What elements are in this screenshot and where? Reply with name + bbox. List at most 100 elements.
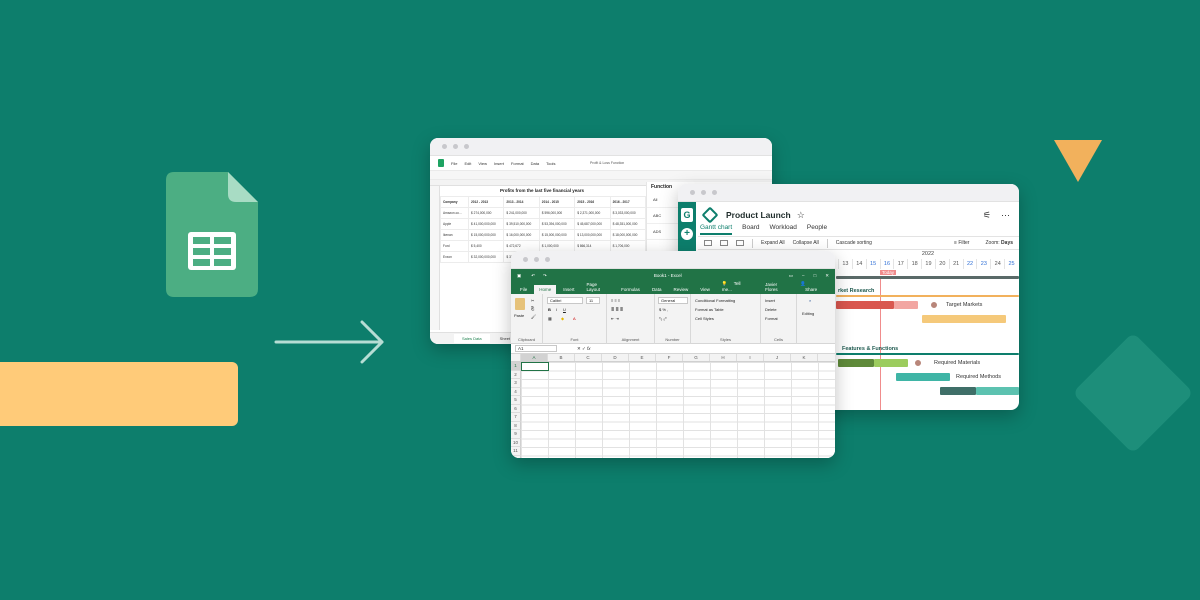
table-cell[interactable]: $ 5,400 [468, 240, 505, 252]
table-cell[interactable]: $ 16,000,000,000 [503, 229, 540, 241]
row-header[interactable]: 12 [511, 455, 521, 458]
paste-button[interactable]: Paste [514, 313, 524, 318]
table-cell[interactable]: Exxon [439, 251, 470, 263]
table-cell[interactable]: $ 32,000,000,000 [468, 251, 505, 263]
table-header[interactable]: 2012 - 2013 [468, 196, 505, 208]
table-header[interactable]: 2015 - 2016 [574, 196, 611, 208]
table-header[interactable]: 2013 - 2014 [503, 196, 540, 208]
table-header[interactable]: 2016 - 2017 [609, 196, 647, 208]
editing-button[interactable]: Editing [802, 311, 814, 316]
column-header[interactable]: A [521, 354, 548, 361]
tab-home[interactable]: Home [534, 285, 557, 294]
table-header[interactable]: 2014 - 2015 [538, 196, 576, 208]
cascade-sorting-button[interactable]: Cascade sorting [836, 240, 872, 246]
format-cells-button[interactable]: Format [765, 316, 778, 321]
cell-grid[interactable] [521, 362, 835, 458]
search-icon[interactable]: ⌕ [809, 298, 811, 303]
task-bar[interactable] [940, 387, 976, 395]
group-icon[interactable] [736, 240, 744, 246]
table-cell[interactable]: $ 53,394,000,000 [538, 218, 576, 230]
borders-icon[interactable]: ▦ [548, 316, 552, 321]
menu-edit[interactable]: Edit [464, 161, 471, 166]
table-cell[interactable]: Amazon.co... [439, 207, 470, 219]
task-bar[interactable] [836, 301, 894, 309]
menu-tools[interactable]: Tools [546, 161, 555, 166]
align-top-icon[interactable]: ≡ ≡ ≡ [611, 298, 620, 303]
column-header[interactable]: H [710, 354, 737, 361]
column-header[interactable]: D [602, 354, 629, 361]
column-header[interactable]: G [683, 354, 710, 361]
paste-icon[interactable] [515, 298, 525, 310]
table-header[interactable]: Company [439, 196, 470, 208]
menu-file[interactable]: File [451, 161, 457, 166]
task-bar[interactable] [874, 359, 908, 367]
table-cell[interactable]: $ 41,000,000,000 [468, 218, 505, 230]
row-header[interactable]: 1 [511, 362, 521, 371]
maximize-icon[interactable]: □ [814, 273, 817, 279]
underline-icon[interactable]: U [563, 307, 566, 312]
table-cell[interactable]: $ 15,000,000,000 [538, 229, 576, 241]
bold-icon[interactable]: B [548, 307, 551, 312]
tell-me-search[interactable]: 💡 Tell me... [717, 279, 758, 294]
column-header[interactable]: I [737, 354, 764, 361]
task-bar[interactable] [894, 301, 918, 309]
settings-sliders-icon[interactable]: ⚟ [983, 210, 991, 221]
undo-icon[interactable]: ↶ [531, 273, 535, 279]
row-header[interactable]: 4 [511, 387, 521, 396]
table-cell[interactable]: $ 39,510,000,000 [503, 218, 540, 230]
tab-people[interactable]: People [807, 224, 827, 235]
table-cell[interactable]: Ford [439, 240, 470, 252]
fx-icon[interactable]: fx [587, 346, 591, 351]
table-cell[interactable]: $ 472,672 [503, 240, 540, 252]
format-painter-icon[interactable]: 🖌 [531, 314, 536, 319]
tab-sales-data[interactable]: Sales Data [454, 334, 490, 343]
column-header[interactable]: J [764, 354, 791, 361]
section-features-functions[interactable]: Features & Functions [842, 346, 898, 352]
table-cell[interactable]: $ 18,000,000,000 [609, 229, 647, 241]
redo-icon[interactable]: ↷ [543, 273, 547, 279]
tab-page-layout[interactable]: Page Layout [582, 280, 615, 294]
column-header[interactable]: B [548, 354, 575, 361]
table-cell[interactable]: Ikenan [439, 229, 470, 241]
cell-styles-button[interactable]: Cell Styles [695, 316, 714, 321]
table-cell[interactable]: Apple [439, 218, 470, 230]
tab-insert[interactable]: Insert [558, 285, 579, 294]
outdent-icon[interactable] [720, 240, 728, 246]
tab-review[interactable]: Review [668, 285, 693, 294]
column-header[interactable]: K [791, 354, 818, 361]
task-bar[interactable] [922, 315, 1006, 323]
tab-board[interactable]: Board [742, 224, 759, 235]
menu-insert[interactable]: Insert [494, 161, 504, 166]
row-header[interactable]: 8 [511, 421, 521, 430]
table-cell[interactable]: $ 596,000,000 [538, 207, 576, 219]
tab-workload[interactable]: Workload [770, 224, 797, 235]
table-cell[interactable]: $ 866,314 [574, 240, 611, 252]
menu-view[interactable]: View [478, 161, 487, 166]
row-header[interactable]: 7 [511, 413, 521, 422]
table-cell[interactable]: $ 13,000,000,000 [574, 229, 611, 241]
cut-icon[interactable]: ✂ [531, 298, 534, 303]
column-header[interactable]: F [656, 354, 683, 361]
star-icon[interactable]: ☆ [797, 210, 805, 221]
indent-icon[interactable] [704, 240, 712, 246]
fill-color-icon[interactable]: ◆ [561, 316, 564, 321]
collapse-all-button[interactable]: Collapse All [793, 240, 819, 246]
conditional-formatting-button[interactable]: Conditional Formatting [695, 298, 735, 303]
menu-format[interactable]: Format [511, 161, 524, 166]
task-bar[interactable] [896, 373, 950, 381]
table-cell[interactable]: $ 1,000,000 [538, 240, 576, 252]
section-market-research[interactable]: rket Research [838, 288, 874, 294]
indent-icon[interactable]: ⇤ ⇥ [611, 316, 619, 321]
active-cell[interactable] [521, 362, 549, 371]
ribbon-options-icon[interactable]: ▭ [789, 273, 793, 279]
table-cell[interactable]: $ 274,000,000 [468, 207, 505, 219]
row-header[interactable]: 9 [511, 430, 521, 439]
summary-bar[interactable] [836, 276, 1019, 279]
column-header[interactable]: C [575, 354, 602, 361]
table-cell[interactable]: $ 45,687,000,000 [574, 218, 611, 230]
table-cell[interactable]: $ 15,000,000,000 [468, 229, 505, 241]
delete-cells-button[interactable]: Delete [765, 307, 777, 312]
column-header[interactable]: E [629, 354, 656, 361]
table-cell[interactable]: $ 2,371,000,000 [574, 207, 611, 219]
tab-view[interactable]: View [695, 285, 715, 294]
